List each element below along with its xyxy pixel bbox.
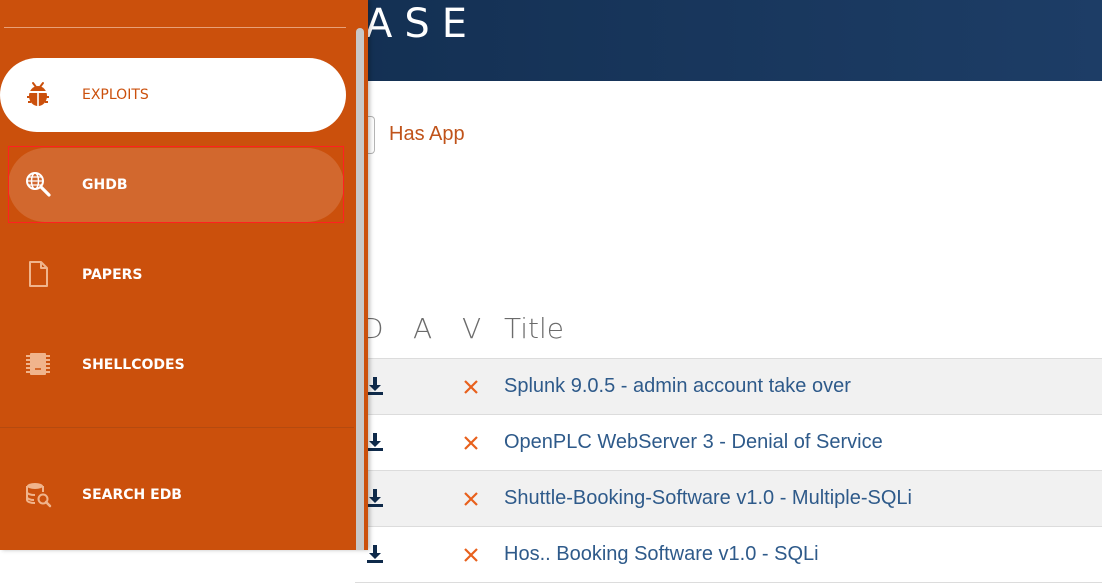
has-app-label[interactable]: Has App [389, 123, 465, 146]
globe-search-icon [26, 172, 51, 197]
chip-icon [26, 353, 50, 375]
exploit-title-link[interactable]: Hos.. Booking Software v1.0 - SQLi [504, 543, 819, 566]
sidebar-item-shellcodes[interactable]: SHELLCODES [0, 328, 346, 402]
download-icon[interactable] [367, 377, 383, 395]
not-verified-icon [464, 492, 478, 506]
sidebar-item-label: SEARCH EDB [82, 487, 182, 503]
column-header-verified[interactable]: V [462, 312, 481, 345]
sidebar-item-ghdb[interactable]: GHDB [8, 148, 344, 222]
bug-icon [27, 82, 49, 106]
exploit-title-link[interactable]: OpenPLC WebServer 3 - Denial of Service [504, 431, 883, 454]
site-title-fragment: ASE [365, 1, 480, 47]
download-icon[interactable] [367, 489, 383, 507]
sidebar-divider [0, 427, 354, 428]
table-row: Shuttle-Booking-Software v1.0 - Multiple… [355, 471, 1102, 527]
sidebar-nav: EXPLOITS GHDB PAPERS SHELLCODES SEARCH E… [0, 0, 368, 550]
column-header-title[interactable]: Title [504, 312, 564, 345]
table-row: OpenPLC WebServer 3 - Denial of Service [355, 415, 1102, 471]
sidebar-item-exploits[interactable]: EXPLOITS [0, 58, 346, 132]
sidebar-scrollbar-thumb[interactable] [356, 28, 364, 550]
sidebar-item-search-edb[interactable]: SEARCH EDB [0, 458, 346, 532]
sidebar-divider [4, 27, 346, 28]
sidebar-item-label: SHELLCODES [82, 357, 185, 373]
table-row: Splunk 9.0.5 - admin account take over [355, 359, 1102, 415]
sidebar-item-label: PAPERS [82, 267, 143, 283]
column-header-app[interactable]: A [413, 312, 432, 345]
not-verified-icon [464, 436, 478, 450]
sidebar-item-label: EXPLOITS [82, 87, 149, 103]
sidebar-item-label: GHDB [82, 177, 128, 193]
exploit-title-link[interactable]: Shuttle-Booking-Software v1.0 - Multiple… [504, 487, 912, 510]
database-search-icon [26, 483, 52, 508]
download-icon[interactable] [367, 545, 383, 563]
document-icon [29, 261, 48, 287]
download-icon[interactable] [367, 433, 383, 451]
exploit-title-link[interactable]: Splunk 9.0.5 - admin account take over [504, 375, 851, 398]
not-verified-icon [464, 380, 478, 394]
sidebar-item-papers[interactable]: PAPERS [0, 238, 346, 312]
table-row: Hos.. Booking Software v1.0 - SQLi [355, 527, 1102, 583]
not-verified-icon [464, 548, 478, 562]
